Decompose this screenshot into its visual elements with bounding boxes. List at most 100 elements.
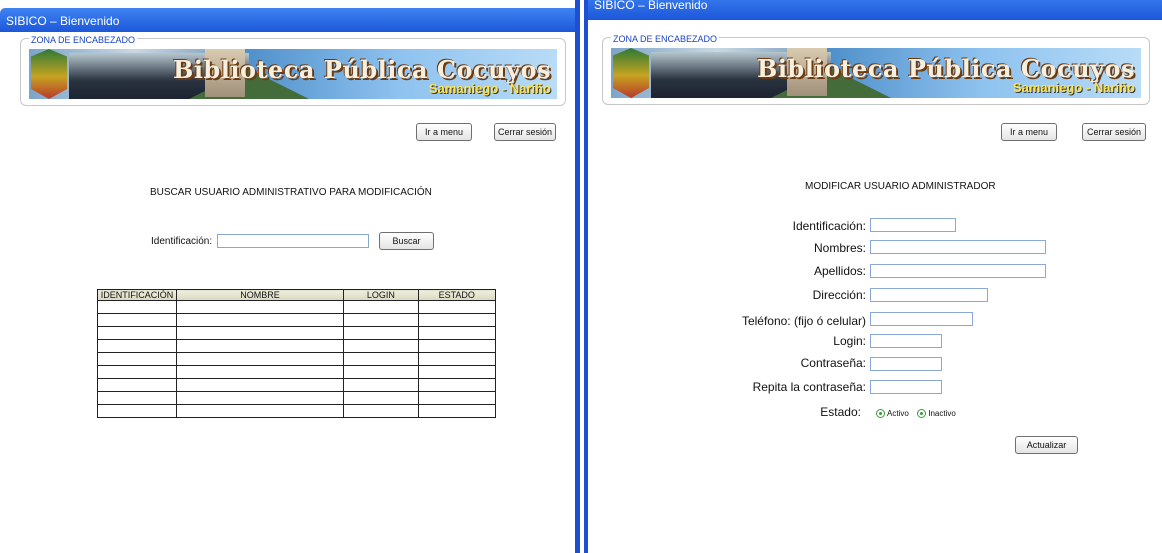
page-heading: MODIFICAR USUARIO ADMINISTRADOR: [805, 181, 996, 192]
window-title: SIBICO – Bienvenido: [0, 8, 575, 32]
login-label: Login:: [833, 334, 866, 348]
table-cell: [417, 378, 497, 392]
table-cell: [97, 313, 177, 327]
table-row: [97, 313, 497, 327]
estado-option-activo-label: Activo: [887, 409, 909, 419]
col-nombre: NOMBRE: [175, 289, 345, 301]
table-cell: [175, 378, 345, 392]
nombres-label: Nombres:: [813, 241, 866, 255]
update-button[interactable]: Actualizar: [1015, 436, 1078, 454]
table-cell: [175, 326, 345, 340]
table-cell: [417, 313, 497, 327]
table-cell: [97, 391, 177, 405]
table-cell: [175, 300, 345, 314]
table-cell: [175, 365, 345, 379]
header-zone: ZONA DE ENCABEZADO Biblioteca Pública Co…: [20, 35, 566, 106]
table-cell: [97, 378, 177, 392]
table-cell: [343, 404, 419, 418]
radio-icon[interactable]: [917, 409, 927, 419]
banner-subtitle: Samaniego - Nariño: [428, 81, 551, 96]
table-cell: [343, 365, 419, 379]
estado-option-inactivo[interactable]: Inactivo: [917, 409, 956, 419]
table-cell: [417, 300, 497, 314]
table-row: [97, 300, 497, 314]
table-cell: [175, 391, 345, 405]
table-cell: [343, 326, 419, 340]
col-estado: ESTADO: [417, 289, 497, 301]
edit-admin-user-window: SIBICO – Bienvenido ZONA DE ENCABEZADO B…: [584, 0, 1162, 553]
table-cell: [97, 326, 177, 340]
table-cell: [343, 339, 419, 353]
nombres-input[interactable]: [870, 240, 1046, 254]
library-banner: Biblioteca Pública Cocuyos Samaniego - N…: [611, 48, 1141, 98]
logout-button[interactable]: Cerrar sesión: [494, 123, 556, 141]
table-cell: [175, 352, 345, 366]
table-cell: [343, 378, 419, 392]
header-zone: ZONA DE ENCABEZADO Biblioteca Pública Co…: [602, 34, 1150, 105]
repita-contrasena-input[interactable]: [870, 380, 942, 394]
id-label: Identificación:: [151, 236, 213, 247]
window-title: SIBICO – Bienvenido: [588, 0, 1162, 20]
menu-button[interactable]: Ir a menu: [1001, 123, 1057, 141]
table-cell: [417, 352, 497, 366]
logout-button[interactable]: Cerrar sesión: [1082, 123, 1146, 141]
radio-icon[interactable]: [876, 409, 885, 419]
table-cell: [417, 326, 497, 340]
table-cell: [343, 313, 419, 327]
table-cell: [343, 352, 419, 366]
direccion-label: Dirección:: [812, 288, 866, 302]
table-cell: [97, 352, 177, 366]
search-button[interactable]: Buscar: [379, 232, 434, 250]
results-body: [97, 300, 497, 418]
table-row: [97, 378, 497, 392]
repita-contrasena-label: Repita la contraseña:: [752, 380, 866, 394]
telefono-input[interactable]: [870, 312, 973, 326]
header-zone-label: ZONA DE ENCABEZADO: [29, 35, 138, 45]
table-cell: [417, 365, 497, 379]
col-identificacion: IDENTIFICACIÓN: [97, 289, 177, 301]
table-row: [97, 391, 497, 405]
header-zone-label: ZONA DE ENCABEZADO: [611, 34, 720, 44]
table-cell: [97, 365, 177, 379]
id-search-input[interactable]: [217, 234, 369, 248]
estado-radio-group: Activo Inactivo: [876, 405, 960, 423]
table-cell: [343, 300, 419, 314]
banner-title: Biblioteca Pública Cocuyos: [173, 55, 551, 84]
table-cell: [343, 391, 419, 405]
table-cell: [97, 404, 177, 418]
crest-icon: [31, 49, 67, 99]
identificacion-label: Identificación:: [792, 219, 866, 233]
menu-button[interactable]: Ir a menu: [416, 123, 472, 141]
table-cell: [175, 339, 345, 353]
table-cell: [417, 339, 497, 353]
table-cell: [417, 404, 497, 418]
contrasena-input[interactable]: [870, 357, 942, 371]
table-row: [97, 404, 497, 418]
telefono-label: Teléfono: (fijo ó celular): [741, 314, 866, 328]
table-cell: [175, 313, 345, 327]
table-row: [97, 326, 497, 340]
table-row: [97, 365, 497, 379]
col-login: LOGIN: [343, 289, 419, 301]
banner-title: Biblioteca Pública Cocuyos: [757, 54, 1135, 83]
identificacion-input[interactable]: [870, 218, 956, 232]
table-cell: [97, 339, 177, 353]
estado-option-inactivo-label: Inactivo: [928, 409, 956, 419]
table-cell: [417, 391, 497, 405]
table-header-row: IDENTIFICACIÓN NOMBRE LOGIN ESTADO: [97, 289, 497, 301]
library-banner: Biblioteca Pública Cocuyos Samaniego - N…: [29, 49, 557, 99]
table-cell: [175, 404, 345, 418]
results-table: IDENTIFICACIÓN NOMBRE LOGIN ESTADO: [97, 289, 497, 418]
page-heading: BUSCAR USUARIO ADMINISTRATIVO PARA MODIF…: [150, 187, 432, 198]
apellidos-label: Apellidos:: [813, 264, 866, 278]
direccion-input[interactable]: [870, 288, 988, 302]
crest-icon: [613, 48, 649, 98]
estado-option-activo[interactable]: Activo: [876, 409, 909, 419]
apellidos-input[interactable]: [870, 264, 1046, 278]
contrasena-label: Contraseña:: [800, 356, 866, 370]
login-input[interactable]: [870, 334, 942, 348]
table-row: [97, 339, 497, 353]
banner-subtitle: Samaniego - Nariño: [1012, 80, 1135, 95]
table-row: [97, 352, 497, 366]
estado-label: Estado:: [820, 405, 861, 419]
